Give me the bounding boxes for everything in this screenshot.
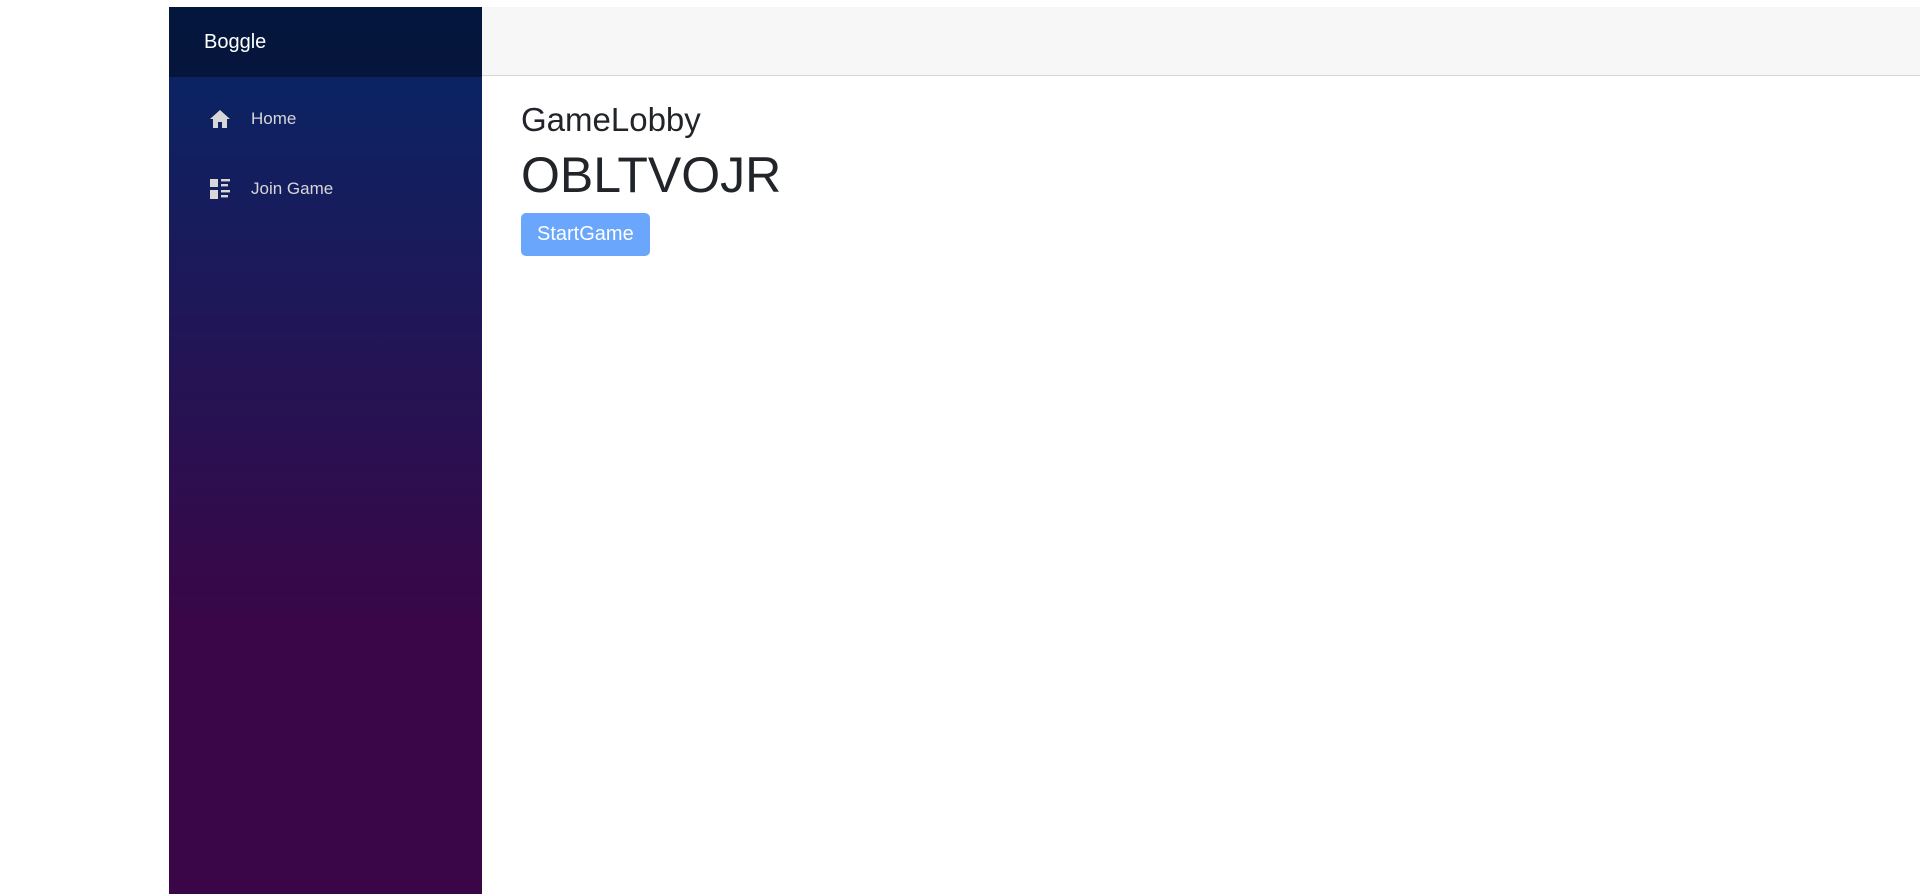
brand-link[interactable]: Boggle [204, 31, 266, 54]
sidebar-item-join-game[interactable]: Join Game [183, 161, 468, 217]
main-area: GameLobby OBLTVOJR StartGame [482, 7, 1920, 894]
sidebar-item-label: Join Game [251, 179, 334, 198]
game-code: OBLTVOJR [521, 146, 782, 203]
page-title: GameLobby [521, 101, 701, 138]
home-icon [208, 107, 232, 131]
content: GameLobby OBLTVOJR StartGame [482, 76, 1920, 256]
start-game-button[interactable]: StartGame [521, 212, 650, 256]
sidebar-nav: Home Join Game [169, 77, 482, 217]
brand-bar: Boggle [169, 7, 482, 77]
list-icon [208, 177, 232, 201]
sidebar-item-label: Home [251, 109, 297, 128]
sidebar: Boggle Home Join Game [169, 7, 482, 894]
top-row [482, 7, 1920, 76]
app-root: Boggle Home Join Game GameLobby OBLTVOJR… [169, 7, 1920, 894]
sidebar-item-home[interactable]: Home [183, 91, 468, 147]
